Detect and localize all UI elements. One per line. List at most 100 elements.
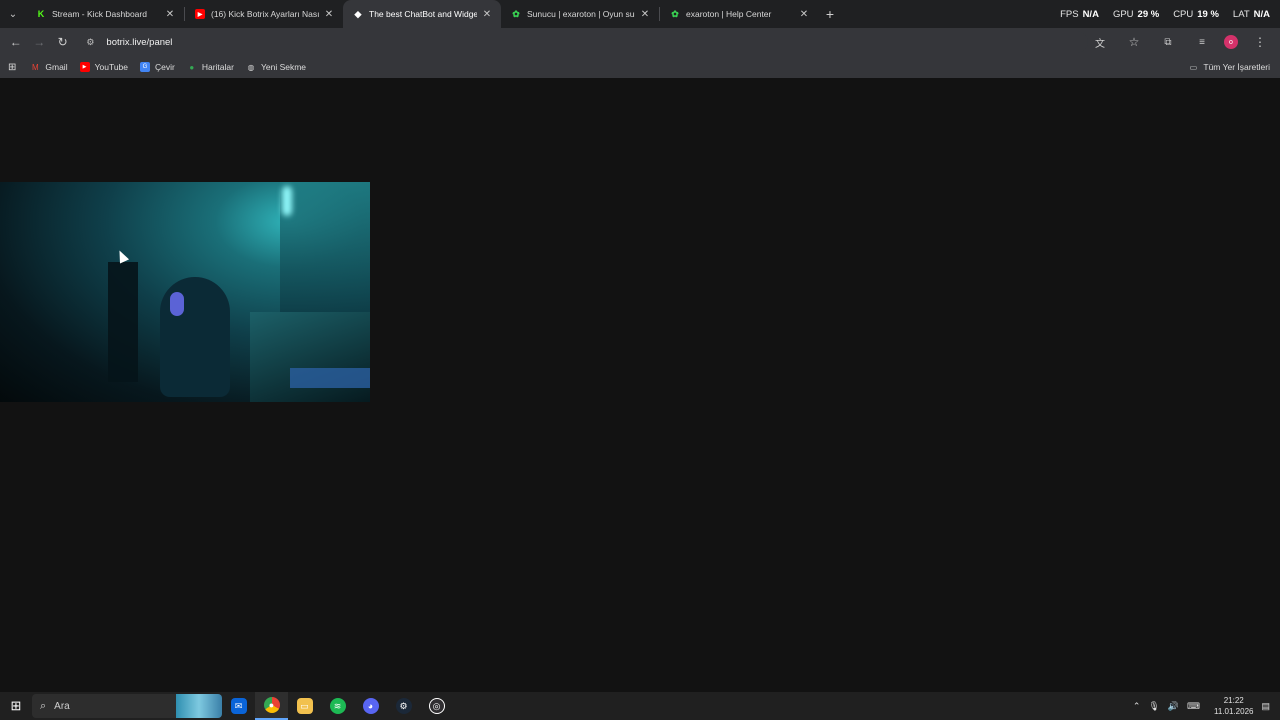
tab-title: exaroton | Help Center bbox=[686, 9, 772, 19]
youtube-icon: ▶ bbox=[79, 62, 90, 72]
video-door bbox=[108, 262, 138, 382]
clock-date: 11.01.2026 bbox=[1214, 707, 1254, 716]
taskbar-obs[interactable]: ◎ bbox=[420, 692, 453, 720]
profile-avatar[interactable]: o bbox=[1224, 35, 1238, 49]
translate-icon: G bbox=[140, 62, 150, 72]
taskbar-clock[interactable]: 21:22 11.01.2026 bbox=[1214, 695, 1253, 717]
tab-youtube-botrix[interactable]: ▶ (16) Kick Botrix Ayarları Nasıl Yapılı… bbox=[185, 0, 343, 28]
site-info-icon[interactable]: ⚙ bbox=[86, 37, 100, 48]
taskbar-discord[interactable]: ◕ bbox=[354, 692, 387, 720]
microphone-icon[interactable]: 🎙 bbox=[1148, 701, 1159, 712]
taskbar-spotify[interactable]: ≋ bbox=[321, 692, 354, 720]
lat-label: LAT bbox=[1232, 8, 1250, 20]
fps-value: N/A bbox=[1082, 8, 1099, 20]
notifications-icon[interactable]: ▤ bbox=[1261, 701, 1270, 712]
close-tab-icon[interactable]: ✕ bbox=[323, 9, 335, 20]
new-tab-plus-icon[interactable]: + bbox=[818, 0, 842, 28]
close-tab-icon[interactable]: ✕ bbox=[481, 9, 493, 20]
back-arrow-icon[interactable]: ← bbox=[4, 30, 27, 54]
video-blue-object bbox=[290, 368, 370, 388]
bookmark-label: Haritalar bbox=[201, 62, 234, 72]
lat-value: N/A bbox=[1253, 8, 1270, 20]
performance-overlay: FPS N/A GPU 29 % CPU 19 % LAT N/A bbox=[1060, 0, 1270, 28]
bookmark-label: YouTube bbox=[94, 62, 128, 72]
bookmark-translate[interactable]: G Çevir bbox=[140, 62, 175, 72]
video-headset bbox=[170, 292, 184, 316]
clock-time: 21:22 bbox=[1223, 696, 1244, 705]
video-light bbox=[282, 186, 292, 216]
taskbar-file-explorer[interactable]: ▭ bbox=[288, 692, 321, 720]
bookmark-gmail[interactable]: M Gmail bbox=[30, 62, 68, 72]
tab-botrix[interactable]: ◆ The best ChatBot and Widgets ✕ bbox=[343, 0, 501, 28]
cpu-value: 19 % bbox=[1197, 8, 1219, 20]
address-bar[interactable]: ⚙ botrix.live/panel bbox=[80, 31, 1088, 53]
reload-icon[interactable]: ↻ bbox=[51, 30, 74, 54]
tab-exaroton-server[interactable]: ✿ Sunucu | exaroton | Oyun sunucu ✕ bbox=[501, 0, 659, 28]
taskbar-search-box[interactable]: ⌕ Ara bbox=[32, 694, 222, 718]
exaroton-icon: ✿ bbox=[671, 8, 679, 19]
gmail-icon: M bbox=[32, 62, 39, 72]
botrix-icon: ◆ bbox=[354, 8, 362, 19]
taskbar-outlook[interactable]: ✉ bbox=[222, 692, 255, 720]
forward-arrow-icon[interactable]: → bbox=[27, 30, 50, 54]
maps-icon: ● bbox=[189, 62, 195, 72]
bookmark-maps[interactable]: ● Haritalar bbox=[187, 62, 234, 72]
search-highlight-art bbox=[176, 694, 222, 718]
close-tab-icon[interactable]: ✕ bbox=[639, 9, 651, 20]
tab-title: The best ChatBot and Widgets bbox=[369, 9, 477, 19]
folder-icon: ▭ bbox=[1189, 62, 1198, 72]
gpu-value: 29 % bbox=[1137, 8, 1160, 20]
bookmarks-bar: ⊞ M Gmail ▶ YouTube G Çevir ● Haritalar … bbox=[0, 56, 1280, 78]
close-tab-icon[interactable]: ✕ bbox=[798, 9, 810, 20]
tab-strip: ⌄ K Stream - Kick Dashboard ✕ ▶ (16) Kic… bbox=[0, 0, 1280, 28]
lat-readout: LAT N/A bbox=[1233, 9, 1270, 20]
keyboard-icon[interactable]: ⌨ bbox=[1187, 701, 1200, 712]
search-placeholder: Ara bbox=[54, 700, 70, 712]
fps-label: FPS bbox=[1060, 8, 1079, 20]
apps-grid-icon[interactable]: ⊞ bbox=[8, 62, 16, 73]
chevron-up-icon[interactable]: ⌃ bbox=[1133, 701, 1141, 712]
webcam-video[interactable] bbox=[0, 182, 370, 402]
youtube-icon: ▶ bbox=[195, 9, 205, 19]
fps-readout: FPS N/A bbox=[1060, 9, 1099, 20]
speaker-icon[interactable]: 🔊 bbox=[1168, 701, 1179, 712]
gpu-label: GPU bbox=[1112, 8, 1134, 20]
new-tab-icon: ◍ bbox=[247, 62, 255, 72]
bookmark-new-tab[interactable]: ◍ Yeni Sekme bbox=[246, 62, 306, 72]
translate-icon[interactable]: 文 bbox=[1088, 30, 1112, 54]
page-content bbox=[0, 80, 1280, 692]
windows-start-icon[interactable]: ⊞ bbox=[0, 692, 32, 720]
tab-title: Sunucu | exaroton | Oyun sunucu bbox=[527, 9, 635, 19]
kick-icon: K bbox=[37, 9, 45, 19]
tab-kick-dashboard[interactable]: K Stream - Kick Dashboard ✕ bbox=[26, 0, 184, 28]
close-tab-icon[interactable]: ✕ bbox=[164, 9, 176, 20]
chrome-icon: ● bbox=[263, 697, 280, 713]
video-desk bbox=[250, 312, 370, 402]
media-controls-icon[interactable]: ≡ bbox=[1190, 30, 1214, 54]
taskbar-chrome[interactable]: ● bbox=[255, 692, 288, 720]
spotify-icon: ≋ bbox=[329, 698, 346, 714]
windows-taskbar: ⊞ ⌕ Ara ✉ ● ▭ ≋ ◕ ⚙ ◎ ⌃ 🎙 🔊 ⌨ 21:22 11.0… bbox=[0, 692, 1280, 720]
gpu-readout: GPU 29 % bbox=[1113, 9, 1159, 20]
outlook-icon: ✉ bbox=[230, 698, 247, 714]
bookmark-star-icon[interactable]: ☆ bbox=[1122, 30, 1146, 54]
cpu-label: CPU bbox=[1173, 8, 1194, 20]
more-menu-icon[interactable]: ⋮ bbox=[1248, 30, 1272, 54]
extensions-icon[interactable]: ⧉ bbox=[1156, 30, 1180, 54]
search-icon: ⌕ bbox=[40, 699, 47, 712]
tab-search-chevron-icon[interactable]: ⌄ bbox=[0, 0, 26, 28]
steam-icon: ⚙ bbox=[395, 698, 412, 714]
taskbar-steam[interactable]: ⚙ bbox=[387, 692, 420, 720]
file-explorer-icon: ▭ bbox=[296, 698, 313, 714]
tab-title: Stream - Kick Dashboard bbox=[52, 9, 147, 19]
bookmark-youtube[interactable]: ▶ YouTube bbox=[79, 62, 128, 72]
cpu-readout: CPU 19 % bbox=[1173, 9, 1219, 20]
exaroton-icon: ✿ bbox=[512, 8, 520, 19]
tab-exaroton-help[interactable]: ✿ exaroton | Help Center ✕ bbox=[660, 0, 818, 28]
all-bookmarks-label: Tüm Yer İşaretleri bbox=[1203, 62, 1270, 72]
obs-icon: ◎ bbox=[428, 698, 445, 714]
tab-title: (16) Kick Botrix Ayarları Nasıl Yapılır bbox=[211, 9, 319, 19]
all-bookmarks-folder[interactable]: ▭ Tüm Yer İşaretleri bbox=[1188, 62, 1270, 72]
system-tray: ⌃ 🎙 🔊 ⌨ 21:22 11.01.2026 ▤ bbox=[1133, 695, 1280, 717]
bookmark-label: Yeni Sekme bbox=[260, 62, 307, 72]
